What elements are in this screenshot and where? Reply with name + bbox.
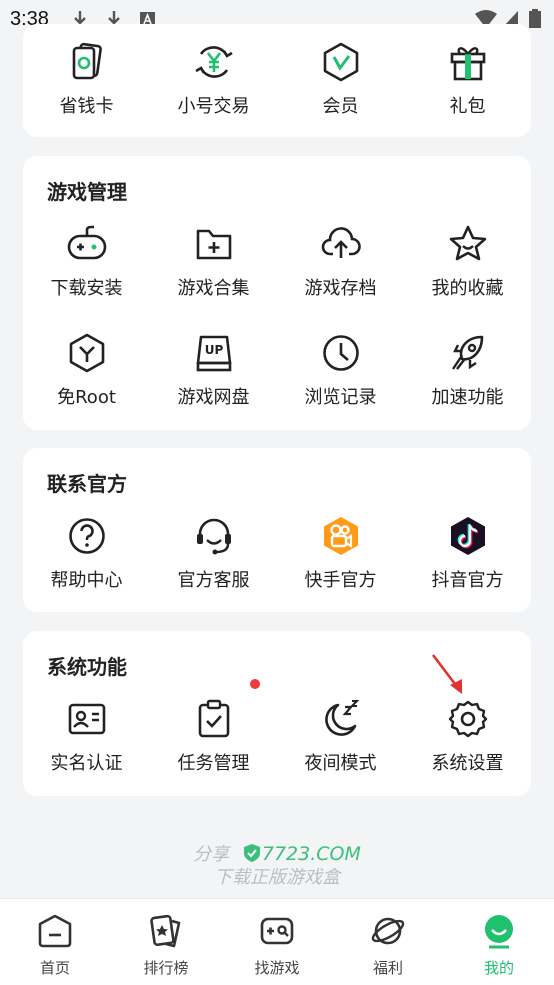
customer-service-label: 官方客服	[177, 570, 250, 591]
real-name-auth-label: 实名认证	[50, 753, 123, 774]
history-label: 浏览记录	[304, 387, 377, 408]
battery-icon	[529, 9, 541, 28]
rocket-icon	[452, 335, 484, 370]
profile-icon	[485, 915, 513, 949]
section-title: 游戏管理	[47, 180, 127, 204]
tab-label: 找游戏	[254, 959, 300, 977]
section-title: 系统功能	[47, 655, 127, 679]
download-install-label: 下载安装	[50, 278, 123, 299]
clock-icon	[323, 335, 359, 371]
home-icon	[38, 914, 72, 948]
tab-home[interactable]: 首页	[0, 899, 110, 985]
game-saves-label: 游戏存档	[304, 278, 377, 299]
account-trading-label: 小号交易	[177, 96, 250, 117]
night-mode-label: 夜间模式	[304, 753, 377, 774]
vip-badge-icon	[323, 42, 359, 82]
accelerate-label: 加速功能	[431, 387, 504, 408]
help-center-label: 帮助中心	[50, 570, 123, 591]
cloud-upload-icon	[321, 227, 361, 258]
tab-find-game[interactable]: 找游戏	[222, 899, 332, 985]
gift-label: 礼包	[449, 96, 486, 117]
contact-card: 联系官方 帮助中心 官方客服 快手官方 抖音官方	[23, 448, 531, 612]
tab-profile[interactable]: 我的	[444, 899, 554, 985]
notification-dot	[250, 679, 260, 689]
game-collection-label: 游戏合集	[177, 278, 250, 299]
game-management-card: 游戏管理 下载安装 游戏合集 游戏存档 我的收藏 免Root UP 游戏网盘 浏…	[23, 156, 531, 430]
no-root-label: 免Root	[57, 387, 116, 408]
game-disk-label: 游戏网盘	[177, 387, 250, 408]
find-game-icon	[260, 917, 294, 945]
gamepad-icon	[67, 225, 107, 260]
help-icon	[69, 518, 105, 554]
douyin-label: 抖音官方	[431, 570, 504, 591]
watermark-brand: 7723.COM	[261, 843, 361, 865]
gift-icon	[450, 47, 486, 81]
tab-label: 福利	[372, 959, 403, 977]
section-title: 联系官方	[47, 472, 127, 496]
system-settings-label: 系统设置	[431, 753, 504, 774]
kuaishou-label: 快手官方	[304, 570, 377, 591]
star-icon	[449, 225, 487, 261]
kuaishou-icon	[324, 517, 358, 555]
tab-label: 排行榜	[143, 959, 189, 977]
quick-actions-card: 省钱卡 小号交易 会员 礼包	[23, 24, 531, 137]
shield-logo-icon	[243, 844, 260, 862]
tab-welfare[interactable]: 福利	[333, 899, 443, 985]
bottom-tab-bar: 首页 排行榜 找游戏 福利 我的	[0, 898, 554, 985]
savings-card-label: 省钱卡	[59, 96, 114, 117]
clipboard-check-icon	[198, 699, 230, 738]
moon-icon	[325, 700, 360, 736]
yuan-exchange-icon	[195, 46, 233, 78]
watermark-share: 分享	[193, 844, 230, 865]
tab-ranking[interactable]: 排行榜	[111, 899, 221, 985]
vip-label: 会员	[322, 96, 359, 117]
folder-plus-icon	[196, 229, 232, 260]
task-management-label: 任务管理	[177, 753, 250, 774]
ranking-icon	[150, 914, 181, 948]
watermark-tagline: 下载正版游戏盒	[214, 867, 340, 888]
arrow-annotation-icon	[431, 654, 462, 694]
gear-icon	[448, 700, 488, 738]
svg-text:UP: UP	[205, 343, 224, 357]
douyin-icon	[451, 517, 485, 555]
savings-card-icon	[72, 42, 102, 80]
id-card-icon	[68, 703, 106, 735]
planet-icon	[371, 917, 405, 945]
headset-icon	[197, 518, 231, 555]
tab-label: 我的	[483, 959, 514, 977]
up-disk-icon: UP	[196, 335, 232, 372]
hexagon-y-icon	[69, 333, 105, 373]
tab-label: 首页	[39, 959, 70, 977]
my-favorites-label: 我的收藏	[431, 278, 504, 299]
